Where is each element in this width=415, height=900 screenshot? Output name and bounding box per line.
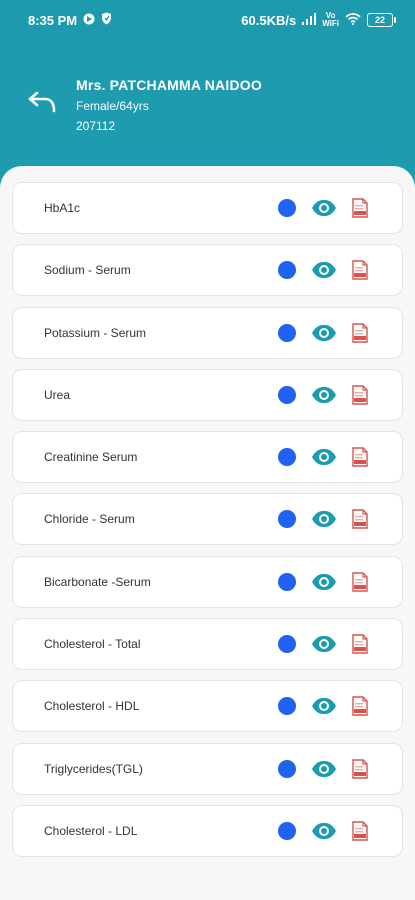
patient-info: Mrs. PATCHAMMA NAIDOO Female/64yrs 20711…: [76, 77, 262, 133]
pdf-icon[interactable]: [352, 572, 368, 592]
status-dot: [278, 821, 296, 840]
status-dot: [278, 759, 296, 778]
test-name: Cholesterol - HDL: [44, 699, 140, 714]
status-dot: [278, 199, 296, 217]
back-arrow-icon: [27, 91, 57, 118]
volte-bottom: WiFi: [322, 19, 339, 28]
eye-icon[interactable]: [311, 199, 337, 217]
eye-icon[interactable]: [311, 324, 337, 342]
test-row[interactable]: Bicarbonate -Serum: [12, 555, 403, 608]
pdf-icon[interactable]: [352, 385, 368, 405]
pdf-icon[interactable]: [352, 821, 368, 841]
status-dot: [278, 572, 296, 591]
test-name: Cholesterol - LDL: [44, 823, 138, 838]
test-row[interactable]: Creatinine Serum: [12, 431, 403, 484]
battery-icon: 22: [367, 13, 396, 27]
status-dot: [278, 448, 296, 467]
pdf-icon[interactable]: [352, 509, 368, 530]
battery-level: 22: [374, 15, 385, 25]
test-row[interactable]: Potassium - Serum: [12, 306, 403, 359]
test-name: Creatinine Serum: [44, 450, 138, 465]
eye-icon[interactable]: [311, 822, 337, 840]
status-dot: [278, 261, 296, 280]
pdf-icon[interactable]: [352, 260, 368, 280]
test-row[interactable]: Cholesterol - Total: [12, 618, 403, 671]
volte-indicator: Vo WiFi: [322, 12, 339, 28]
status-dot: [278, 697, 296, 716]
test-name: Triglycerides(TGL): [44, 761, 143, 776]
eye-icon[interactable]: [311, 386, 337, 404]
patient-header: Mrs. PATCHAMMA NAIDOO Female/64yrs 20711…: [0, 40, 415, 170]
back-button[interactable]: [26, 90, 58, 118]
signal-icon: [302, 12, 317, 28]
status-dot: [278, 635, 296, 654]
eye-icon[interactable]: [311, 760, 337, 778]
test-row[interactable]: Chloride - Serum: [12, 493, 403, 546]
status-right: 60.5KB/s Vo WiFi 22: [241, 12, 396, 28]
pdf-icon[interactable]: [352, 696, 368, 717]
test-row[interactable]: HbA1c: [12, 182, 403, 234]
patient-id: 207112: [76, 119, 116, 133]
eye-icon[interactable]: [311, 697, 337, 715]
test-row[interactable]: Triglycerides(TGL): [12, 742, 403, 795]
pdf-icon[interactable]: [352, 758, 368, 779]
pdf-icon[interactable]: [352, 198, 368, 218]
eye-icon[interactable]: [311, 635, 337, 653]
status-bar: 8:35 PM 60.5KB/s Vo WiFi 22: [0, 0, 415, 40]
test-list: HbA1c Sodium - Serum Potassium - Serum Urea…: [12, 182, 403, 867]
eye-icon[interactable]: [311, 261, 337, 279]
test-name: HbA1c: [44, 201, 81, 215]
test-name: Chloride - Serum: [44, 512, 135, 527]
eye-icon[interactable]: [311, 448, 337, 466]
test-panel: HbA1c Sodium - Serum Potassium - Serum Urea…: [0, 166, 415, 900]
patient-gender-age: Female/64yrs: [76, 99, 149, 113]
test-name: Bicarbonate -Serum: [44, 574, 151, 589]
pdf-icon[interactable]: [352, 447, 368, 467]
status-left: 8:35 PM: [28, 12, 112, 28]
test-name: Sodium - Serum: [44, 263, 131, 278]
network-speed: 60.5KB/s: [241, 12, 297, 28]
test-row[interactable]: Cholesterol - HDL: [12, 680, 403, 733]
test-row[interactable]: Urea: [12, 368, 403, 421]
test-row[interactable]: Cholesterol - LDL: [12, 804, 403, 857]
test-name: Cholesterol - Total: [44, 637, 141, 652]
status-time: 8:35 PM: [28, 12, 78, 28]
status-dot: [278, 323, 296, 342]
patient-name: Mrs. PATCHAMMA NAIDOO: [76, 77, 262, 93]
test-name: Potassium - Serum: [44, 325, 147, 340]
wifi-icon: [345, 12, 361, 28]
pdf-icon[interactable]: [352, 322, 368, 343]
status-dot: [278, 385, 296, 404]
eye-icon[interactable]: [311, 573, 337, 591]
status-dot: [278, 510, 296, 529]
pdf-icon[interactable]: [352, 634, 368, 654]
test-name: Urea: [44, 387, 71, 402]
play-store-badge-icon: [83, 13, 95, 28]
eye-icon[interactable]: [311, 510, 337, 528]
test-row[interactable]: Sodium - Serum: [12, 244, 403, 297]
shield-icon: [101, 12, 112, 28]
